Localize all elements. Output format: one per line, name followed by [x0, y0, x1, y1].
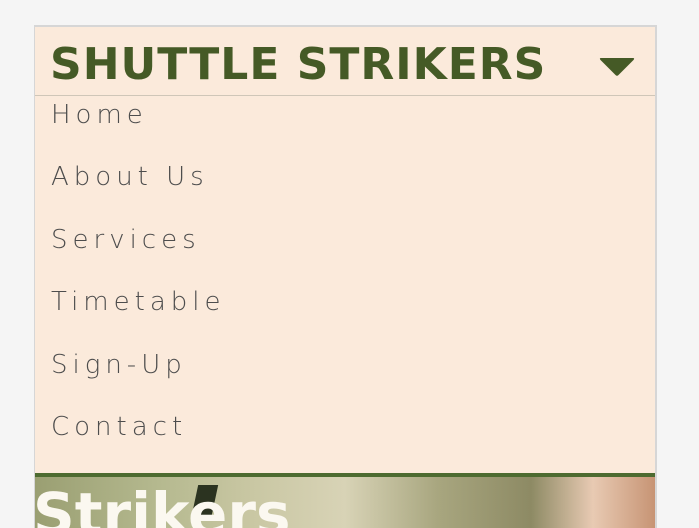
- page-frame: SHUTTLE STRIKERS Home About Us Services …: [34, 25, 657, 528]
- brand-logo-text[interactable]: SHUTTLE STRIKERS: [50, 40, 546, 90]
- nav-link-timetable[interactable]: Timetable: [51, 286, 225, 318]
- menu-toggle-button[interactable]: [595, 48, 639, 82]
- nav-link-services[interactable]: Services: [51, 224, 201, 256]
- hero-banner: Strikers: [35, 473, 655, 528]
- nav-link-contact[interactable]: Contact: [51, 411, 187, 443]
- nav-item-signup: Sign-Up: [35, 346, 655, 408]
- nav-menu: Home About Us Services Timetable Sign-Up…: [35, 96, 655, 470]
- nav-item-timetable: Timetable: [35, 283, 655, 345]
- nav-item-home: Home: [35, 96, 655, 158]
- nav-item-contact: Contact: [35, 408, 655, 470]
- nav-link-home[interactable]: Home: [51, 99, 148, 131]
- site-header: SHUTTLE STRIKERS: [35, 30, 655, 96]
- nav-link-about[interactable]: About Us: [51, 161, 209, 193]
- nav-item-about: About Us: [35, 158, 655, 220]
- hero-title: Strikers: [35, 480, 291, 528]
- nav-link-signup[interactable]: Sign-Up: [51, 349, 187, 381]
- nav-item-services: Services: [35, 221, 655, 283]
- caret-down-icon: [599, 58, 635, 76]
